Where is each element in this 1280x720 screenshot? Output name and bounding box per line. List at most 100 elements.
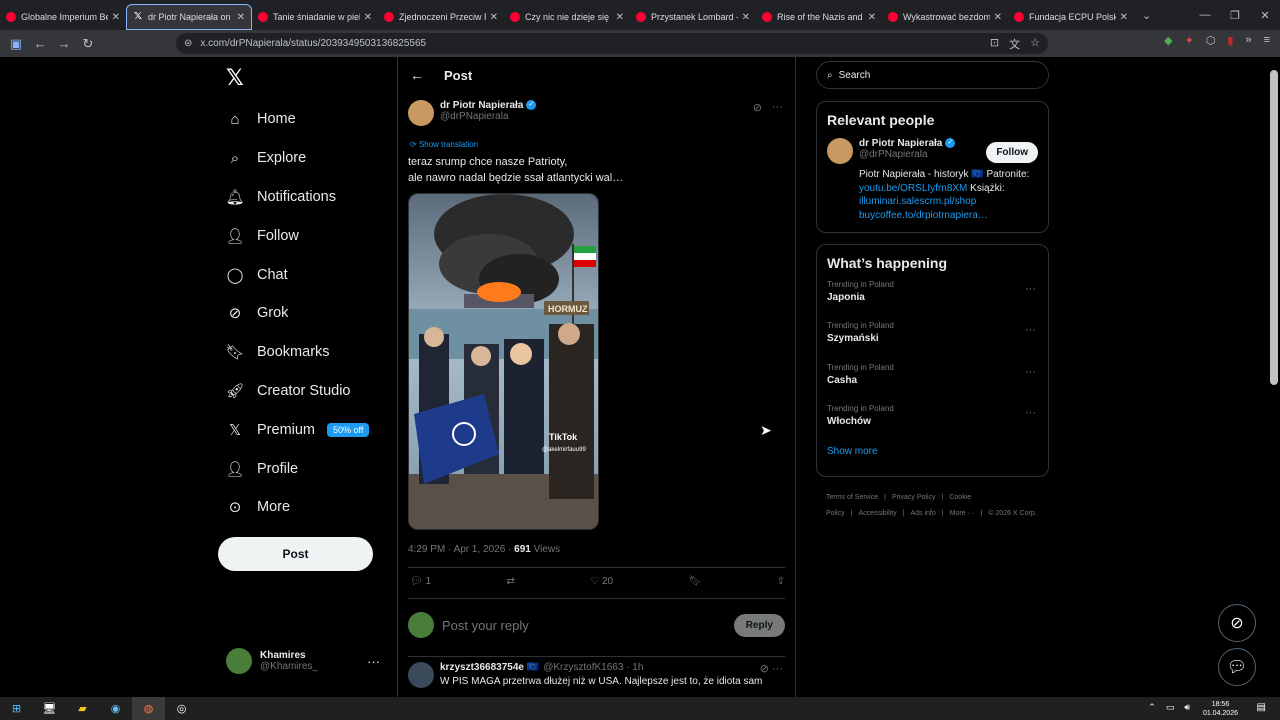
footer-link[interactable]: Accessibility bbox=[859, 510, 897, 517]
repost-icon[interactable]: ⇄ bbox=[506, 576, 514, 587]
browser-tab[interactable]: Zjednoczeni Przeciw Rasi ✕ bbox=[378, 4, 504, 30]
browser-tab[interactable]: Fundacja ECPU Polska: ta ✕ bbox=[1008, 4, 1134, 30]
nav-item-chat[interactable]: ◯ Chat bbox=[226, 255, 369, 294]
nav-item-bookmarks[interactable]: 🔖︎ Bookmarks bbox=[225, 333, 369, 372]
relevant-person[interactable]: dr Piotr Napierała ✓ @drPNapierala Follow bbox=[817, 138, 1048, 164]
browser-tab[interactable]: 𝕏dr Piotr Napierała on X ✕ bbox=[126, 4, 252, 30]
trend-item[interactable]: Trending in Poland Japonia ··· bbox=[817, 275, 1048, 316]
more-dots-icon[interactable]: ··· bbox=[367, 654, 380, 669]
steam-icon[interactable]: ◉ bbox=[99, 697, 132, 720]
more-dots-icon[interactable]: ··· bbox=[772, 101, 783, 114]
tab-close-icon[interactable]: ✕ bbox=[868, 12, 876, 23]
tab-close-icon[interactable]: ✕ bbox=[1120, 12, 1128, 23]
translate-icon[interactable]: 文 bbox=[1009, 36, 1020, 52]
nav-item-profile[interactable]: 👤︎ Profile bbox=[225, 449, 369, 488]
settings-app-icon[interactable]: 🖥︎ bbox=[33, 697, 66, 720]
bio-link[interactable]: illuminari.salescrm.pl/shop bbox=[859, 195, 1038, 209]
follow-button[interactable]: Follow bbox=[986, 142, 1038, 163]
avatar[interactable] bbox=[827, 138, 853, 164]
post-timestamp[interactable]: 4:29 PM · Apr 1, 2026 · bbox=[408, 544, 514, 555]
bookmark-icon[interactable]: 🔖︎ bbox=[688, 576, 701, 587]
more-dots-icon[interactable]: ··· bbox=[1025, 407, 1036, 419]
post-author[interactable]: dr Piotr Napierała ✓ @drPNapierala bbox=[408, 100, 537, 126]
nav-item-home[interactable]: ⌂ Home bbox=[226, 100, 369, 139]
chevron-right-icon[interactable]: » bbox=[1245, 34, 1251, 47]
more-dots-icon[interactable]: ··· bbox=[1025, 324, 1036, 336]
reply-button[interactable]: Reply bbox=[733, 613, 785, 637]
browser-tab[interactable]: Przystanek Lombard - Od ✕ bbox=[630, 4, 756, 30]
like-action[interactable]: ♡ 20 bbox=[590, 576, 613, 587]
bio-link[interactable]: youtu.be/ORSLIyfrn8XM bbox=[859, 183, 967, 194]
show-more-link[interactable]: Show more bbox=[817, 440, 1048, 469]
chat-floating-button[interactable]: 💬︎ bbox=[1218, 648, 1256, 686]
nav-item-more[interactable]: ⊙ More bbox=[226, 488, 369, 527]
footer-link[interactable]: Terms of Service bbox=[826, 494, 878, 501]
browser-tab[interactable]: Globalne Imperium Bezk ✕ bbox=[0, 4, 126, 30]
author-name-row[interactable]: dr Piotr Napierała ✓ bbox=[440, 100, 537, 111]
trend-item[interactable]: Trending in Poland Szymański ··· bbox=[817, 316, 1048, 357]
nav-item-notifications[interactable]: 🔔︎ Notifications bbox=[225, 178, 369, 217]
more-dots-icon[interactable]: ··· bbox=[1025, 366, 1036, 378]
trend-item[interactable]: Trending in Poland Włochów ··· bbox=[817, 399, 1048, 440]
tab-close-icon[interactable]: ✕ bbox=[742, 12, 750, 23]
tab-close-icon[interactable]: ✕ bbox=[112, 12, 120, 23]
post-button[interactable]: Post bbox=[218, 537, 373, 571]
nav-item-premium[interactable]: 𝕏 Premium 50% off bbox=[226, 410, 370, 449]
network-icon[interactable]: ▭ bbox=[1166, 702, 1175, 713]
sidebar-toggle-icon[interactable]: ▣ bbox=[4, 36, 28, 52]
person-name[interactable]: dr Piotr Napierała bbox=[859, 138, 942, 149]
close-window-icon[interactable]: ✕ bbox=[1250, 9, 1280, 22]
app-taskbar-icon[interactable]: ◎ bbox=[165, 697, 198, 720]
windows-start-icon[interactable]: ⊞ bbox=[0, 697, 33, 720]
browser-taskbar-icon[interactable]: ◍ bbox=[132, 697, 165, 720]
extension-red-icon[interactable]: ✦ bbox=[1185, 34, 1194, 47]
taskbar-clock[interactable]: 18:56 01.04.2026 bbox=[1203, 700, 1238, 718]
reply-post[interactable]: krzyszt36683754e 🇪🇺 @KrzysztofK1663 · 1h… bbox=[408, 662, 785, 688]
tab-close-icon[interactable]: ✕ bbox=[994, 12, 1002, 23]
url-field[interactable]: ⊜ x.com/drPNapierala/status/203934950313… bbox=[176, 33, 1048, 54]
back-icon[interactable]: ← bbox=[28, 36, 52, 51]
reply-action[interactable]: 💬︎ 1 bbox=[410, 576, 431, 587]
author-avatar[interactable] bbox=[408, 100, 434, 126]
minimize-icon[interactable]: — bbox=[1190, 9, 1220, 21]
nav-item-grok[interactable]: ⊘ Grok bbox=[226, 294, 369, 333]
search-input[interactable]: ⌕ Search bbox=[816, 61, 1049, 89]
back-arrow-icon[interactable]: ← bbox=[410, 67, 424, 83]
extensions-puzzle-icon[interactable]: ⬡ bbox=[1206, 34, 1216, 47]
file-explorer-icon[interactable]: ▰ bbox=[66, 697, 99, 720]
post-image[interactable]: HORMUZ TikTok @akelmirfauu99 bbox=[408, 193, 599, 530]
trend-item[interactable]: Trending in Poland Casha ··· bbox=[817, 358, 1048, 399]
x-logo-icon[interactable]: 𝕏 bbox=[226, 65, 244, 91]
browser-tab[interactable]: Rise of the Nazis and Ad ✕ bbox=[756, 4, 882, 30]
tab-list-chevron-icon[interactable]: ⌄ bbox=[1142, 9, 1151, 22]
tab-close-icon[interactable]: ✕ bbox=[237, 12, 245, 23]
nav-item-follow[interactable]: 👤︎ Follow bbox=[225, 216, 369, 255]
reload-icon[interactable]: ↻ bbox=[76, 36, 100, 52]
grok-floating-button[interactable]: ⊘ bbox=[1218, 604, 1256, 642]
browser-tab[interactable]: Tanie śniadanie w piekarn ✕ bbox=[252, 4, 378, 30]
tray-chevron-icon[interactable]: ⌃ bbox=[1148, 702, 1156, 713]
browser-tab[interactable]: Czy nic nie dzieje się przy ✕ bbox=[504, 4, 630, 30]
tab-close-icon[interactable]: ✕ bbox=[364, 12, 372, 23]
footer-link[interactable]: More ··· bbox=[950, 510, 975, 517]
grok-icon[interactable]: ⊘ bbox=[753, 101, 762, 114]
nav-item-creator-studio[interactable]: 🚀︎ Creator Studio bbox=[225, 372, 369, 411]
reply-input[interactable]: Post your reply bbox=[442, 618, 734, 633]
site-info-icon[interactable]: ⊜ bbox=[184, 38, 192, 49]
more-dots-icon[interactable]: ⊘ ··· bbox=[760, 662, 783, 675]
bookmark-star-icon[interactable]: ☆ bbox=[1030, 36, 1040, 52]
menu-icon[interactable]: ≡ bbox=[1264, 34, 1270, 47]
install-app-icon[interactable]: ⊡ bbox=[990, 36, 999, 52]
show-translation-link[interactable]: ⟳ Show translation bbox=[410, 140, 478, 149]
scrollbar[interactable] bbox=[1270, 70, 1278, 385]
footer-link[interactable]: Privacy Policy bbox=[892, 494, 936, 501]
volume-icon[interactable]: 🔊︎ bbox=[1184, 702, 1190, 713]
bio-link[interactable]: buycoffee.to/drpiotrnapiera… bbox=[859, 209, 1038, 223]
browser-tab[interactable]: Wykastrować bezdomno ✕ bbox=[882, 4, 1008, 30]
account-switcher[interactable]: Khamires @Khamires_ ··· bbox=[226, 648, 386, 674]
footer-link[interactable]: © 2026 X Corp. bbox=[988, 510, 1036, 517]
footer-link[interactable]: Ads info bbox=[910, 510, 935, 517]
shield-extension-icon[interactable]: ◆ bbox=[1164, 34, 1172, 47]
ublock-icon[interactable]: ▮ bbox=[1227, 34, 1233, 47]
tab-close-icon[interactable]: ✕ bbox=[616, 12, 624, 23]
